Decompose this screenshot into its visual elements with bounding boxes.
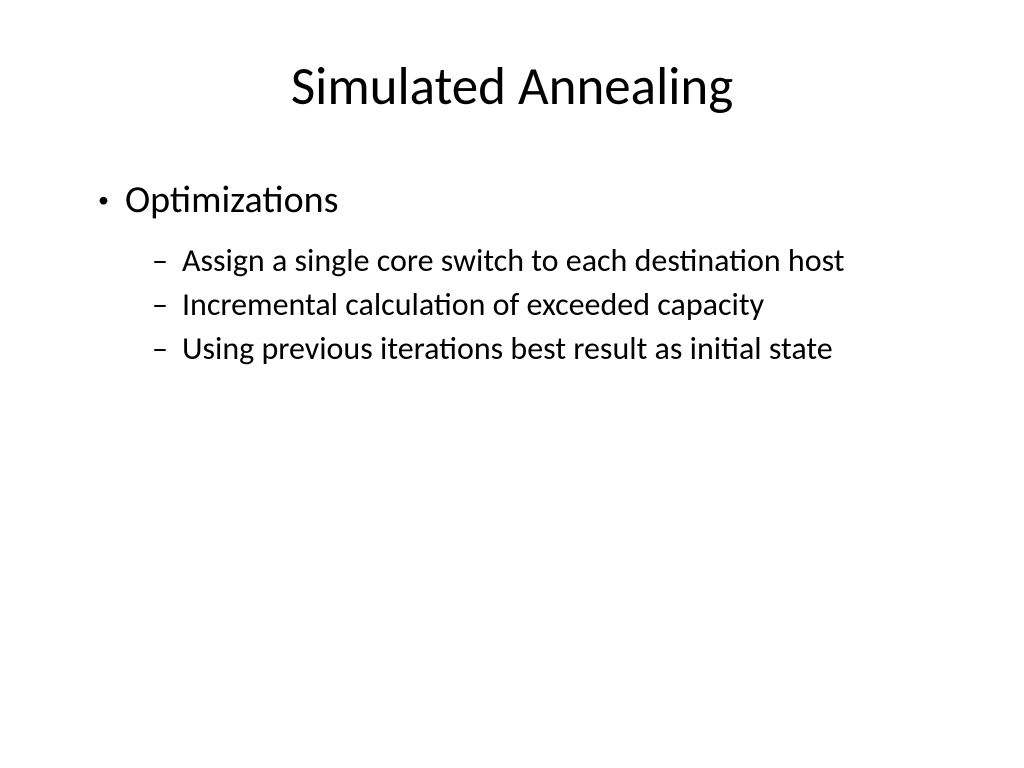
bullet-text-level2: Assign a single core switch to each dest… [182, 241, 845, 281]
bullet-marker-level2: – [152, 285, 168, 325]
bullet-text-level2: Using previous iterations best result as… [182, 329, 833, 369]
bullet-item-level1: • Optimizations [70, 177, 954, 223]
slide-title: Simulated Annealing [70, 55, 954, 119]
bullet-text-level2: Incremental calculation of exceeded capa… [182, 285, 764, 325]
bullet-item-level2: – Assign a single core switch to each de… [70, 241, 954, 281]
bullet-text-level1: Optimizations [125, 177, 338, 223]
bullet-marker-level2: – [152, 241, 168, 281]
bullet-marker-level1: • [98, 177, 109, 223]
bullet-item-level2: – Incremental calculation of exceeded ca… [70, 285, 954, 325]
slide-container: Simulated Annealing • Optimizations – As… [0, 0, 1024, 768]
bullet-item-level2: – Using previous iterations best result … [70, 329, 954, 369]
bullet-marker-level2: – [152, 329, 168, 369]
